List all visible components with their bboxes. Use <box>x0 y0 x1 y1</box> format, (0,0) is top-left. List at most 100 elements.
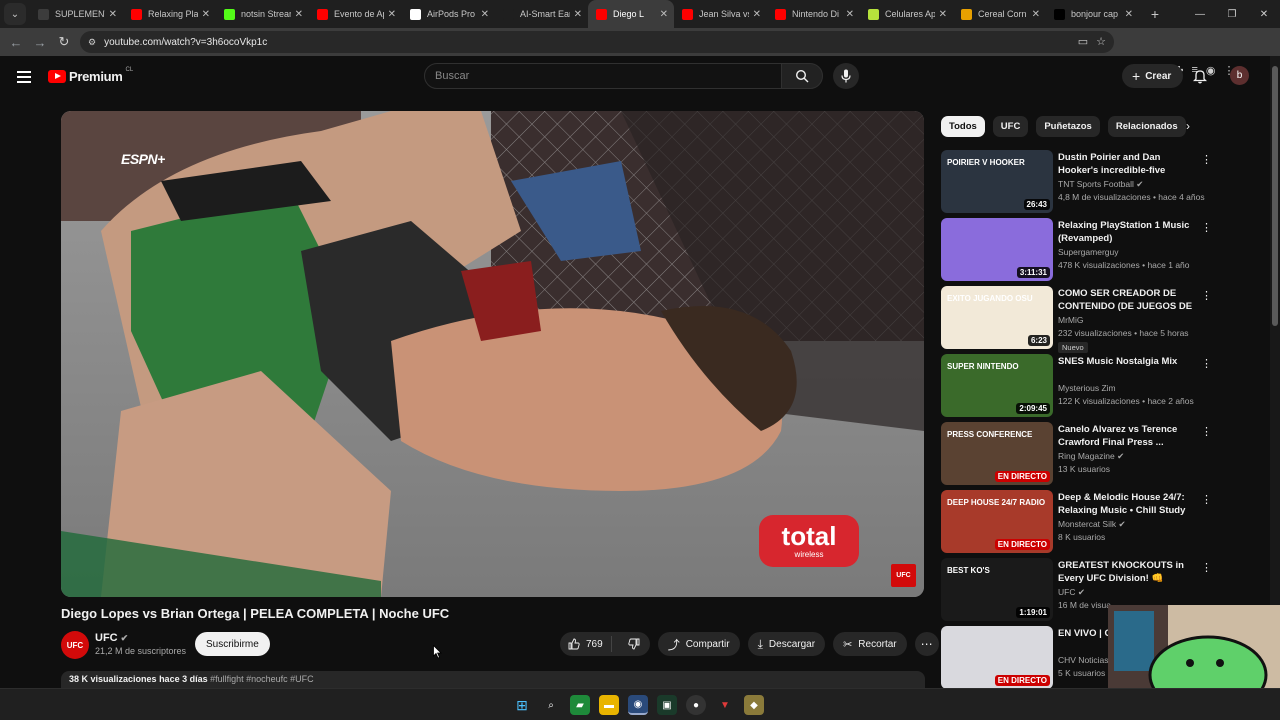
browser-tab[interactable]: Nintendo Di ✕ <box>767 0 860 28</box>
recommendation-title[interactable]: Relaxing PlayStation 1 Music (Revamped) <box>1058 219 1194 245</box>
browser-tab[interactable]: Evento de Ap ✕ <box>309 0 402 28</box>
download-button[interactable]: ⤓ Descargar <box>747 632 826 656</box>
kebab-menu-icon[interactable]: ⋮ <box>1201 357 1212 370</box>
recommendation-item[interactable]: 3:11:31 Relaxing PlayStation 1 Music (Rev… <box>941 218 1216 286</box>
recommendation-title[interactable]: Canelo Alvarez vs Terence Crawford Final… <box>1058 423 1194 449</box>
recommendation-item[interactable]: POIRIER V HOOKER 26:43 Dustin Poirier and … <box>941 150 1216 218</box>
kebab-menu-icon[interactable]: ⋮ <box>1201 153 1212 166</box>
menu-icon[interactable] <box>17 71 31 83</box>
recommendation-title[interactable]: Dustin Poirier and Dan Hooker's incredib… <box>1058 151 1194 177</box>
search-input[interactable] <box>435 70 735 82</box>
clip-button[interactable]: ✂ Recortar <box>833 632 907 656</box>
recommendation-channel[interactable]: Ring Magazine ✔ <box>1058 451 1124 462</box>
channel-name[interactable]: UFC ✔ <box>95 632 128 644</box>
browser-tab[interactable]: Diego L ✕ <box>588 0 674 28</box>
video-thumbnail[interactable]: SUPER NINTENDO 2:09:45 <box>941 354 1053 417</box>
forward-button[interactable]: → <box>28 30 52 54</box>
tab-close-icon[interactable]: ✕ <box>1032 9 1040 20</box>
recommendation-channel[interactable]: UFC ✔ <box>1058 587 1085 598</box>
scrollbar-thumb[interactable] <box>1272 66 1278 326</box>
kebab-menu-icon[interactable]: ⋮ <box>1201 493 1212 506</box>
video-thumbnail[interactable]: EN DIRECTO <box>941 626 1053 689</box>
terminal-icon[interactable]: ▣ <box>657 695 677 715</box>
chip-2[interactable]: Puñetazos <box>1036 116 1100 137</box>
tab-close-icon[interactable]: ✕ <box>388 9 396 20</box>
video-thumbnail[interactable]: POIRIER V HOOKER 26:43 <box>941 150 1053 213</box>
app-misc-icon[interactable]: ◆ <box>744 695 764 715</box>
recommendation-channel[interactable]: MrMiG <box>1058 315 1084 325</box>
recommendation-item[interactable]: SUPER NINTENDO 2:09:45 SNES Music Nostalgi… <box>941 354 1216 422</box>
video-thumbnail[interactable]: EXITO JUGANDO OSU 6:23 <box>941 286 1053 349</box>
tab-close-icon[interactable]: ✕ <box>660 9 668 20</box>
search-taskbar-icon[interactable]: ⌕ <box>541 695 561 715</box>
video-thumbnail[interactable]: DEEP HOUSE 24/7 RADIO EN DIRECTO <box>941 490 1053 553</box>
browser-tab[interactable]: AirPods Pro ✕ <box>402 0 495 28</box>
video-player[interactable]: ESPN+ total wireless UFC <box>61 111 924 597</box>
maximize-button[interactable]: ❐ <box>1216 0 1248 28</box>
browser-tab[interactable]: Jean Silva vs ✕ <box>674 0 767 28</box>
more-actions-button[interactable]: ⋯ <box>914 632 939 656</box>
recommendation-channel[interactable]: Supergamerguy <box>1058 247 1118 257</box>
recommendation-item[interactable]: PRESS CONFERENCE EN DIRECTO Canelo Alvarez… <box>941 422 1216 490</box>
account-avatar[interactable]: b <box>1230 66 1249 85</box>
chrome-icon[interactable]: ◉ <box>628 695 648 715</box>
subscribe-button[interactable]: Suscribirme <box>195 632 270 656</box>
address-bar[interactable]: ⚙ youtube.com/watch?v=3h6ocoVkp1c ▭ ☆ <box>80 31 1114 53</box>
obs-icon[interactable]: ● <box>686 695 706 715</box>
browser-tab[interactable]: Celulares Ap ✕ <box>860 0 953 28</box>
page-scrollbar[interactable] <box>1270 56 1280 696</box>
hashtags[interactable]: #fullfight #nocheufc #UFC <box>210 674 314 684</box>
tab-close-icon[interactable]: ✕ <box>109 9 117 20</box>
tab-close-icon[interactable]: ✕ <box>1125 9 1133 20</box>
create-button[interactable]: + Crear <box>1122 64 1184 88</box>
recommendation-item[interactable]: DEEP HOUSE 24/7 RADIO EN DIRECTO Deep & Me… <box>941 490 1216 558</box>
tab-close-icon[interactable]: ✕ <box>202 9 210 20</box>
browser-tab[interactable]: Relaxing Play ✕ <box>123 0 216 28</box>
voice-search-button[interactable] <box>833 63 859 89</box>
tab-close-icon[interactable]: ✕ <box>574 9 582 20</box>
chips-next-icon[interactable]: › <box>1186 119 1190 133</box>
tab-close-icon[interactable]: ✕ <box>939 9 947 20</box>
tab-search-button[interactable]: ⌄ <box>4 3 26 25</box>
tab-close-icon[interactable]: ✕ <box>481 9 489 20</box>
chip-0[interactable]: Todos <box>941 116 985 137</box>
recommendation-channel[interactable]: CHV Noticias <box>1058 655 1109 665</box>
recommendation-title[interactable]: Deep & Melodic House 24/7: Relaxing Musi… <box>1058 491 1194 517</box>
browser-tab[interactable]: SUPLEMENT ✕ <box>30 0 123 28</box>
channel-avatar[interactable]: UFC <box>61 631 89 659</box>
kebab-menu-icon[interactable]: ⋮ <box>1201 425 1212 438</box>
video-thumbnail[interactable]: 3:11:31 <box>941 218 1053 281</box>
cast-icon[interactable]: ▭ <box>1078 35 1088 48</box>
close-window-button[interactable]: ✕ <box>1248 0 1280 28</box>
back-button[interactable]: ← <box>4 30 28 54</box>
recommendation-channel[interactable]: Monstercat Silk ✔ <box>1058 519 1126 530</box>
recommendation-title[interactable]: COMO SER CREADOR DE CONTENIDO (DE JUEGOS… <box>1058 287 1194 313</box>
file-explorer-icon[interactable]: ▬ <box>599 695 619 715</box>
browser-tab[interactable]: AI-Smart Ear ✕ <box>495 0 588 28</box>
recommendation-item[interactable]: EXITO JUGANDO OSU 6:23 COMO SER CREADOR DE… <box>941 286 1216 354</box>
like-button[interactable]: 769 <box>560 636 612 652</box>
windows-start-icon[interactable]: ⊞ <box>512 695 532 715</box>
chip-3[interactable]: Relacionados <box>1107 116 1186 137</box>
browser-tab[interactable]: Cereal Corn ✕ <box>953 0 1046 28</box>
kebab-menu-icon[interactable]: ⋮ <box>1201 289 1212 302</box>
dislike-button[interactable] <box>618 638 650 650</box>
youtube-logo[interactable]: Premium CL <box>48 67 133 84</box>
reload-button[interactable]: ↻ <box>52 30 76 54</box>
share-button[interactable]: ⤴ Compartir <box>657 632 740 656</box>
minimize-button[interactable]: — <box>1184 0 1216 28</box>
app-green-icon[interactable]: ▰ <box>570 695 590 715</box>
kebab-menu-icon[interactable]: ⋮ <box>1201 221 1212 234</box>
recommendation-title[interactable]: GREATEST KNOCKOUTS in Every UFC Division… <box>1058 559 1194 585</box>
video-thumbnail[interactable]: BEST KO'S 1:19:01 <box>941 558 1053 621</box>
bookmark-star-icon[interactable]: ☆ <box>1096 35 1106 48</box>
recommendation-title[interactable]: SNES Music Nostalgia Mix <box>1058 355 1194 368</box>
kebab-menu-icon[interactable]: ⋮ <box>1201 561 1212 574</box>
search-button[interactable] <box>781 63 823 89</box>
app-red-icon[interactable]: ▼ <box>715 695 735 715</box>
tab-close-icon[interactable]: ✕ <box>753 9 761 20</box>
new-tab-button[interactable]: + <box>1145 6 1165 22</box>
recommendation-channel[interactable]: TNT Sports Football ✔ <box>1058 179 1143 190</box>
browser-tab[interactable]: bonjour cap ✕ <box>1046 0 1139 28</box>
site-info-icon[interactable]: ⚙ <box>88 37 96 48</box>
